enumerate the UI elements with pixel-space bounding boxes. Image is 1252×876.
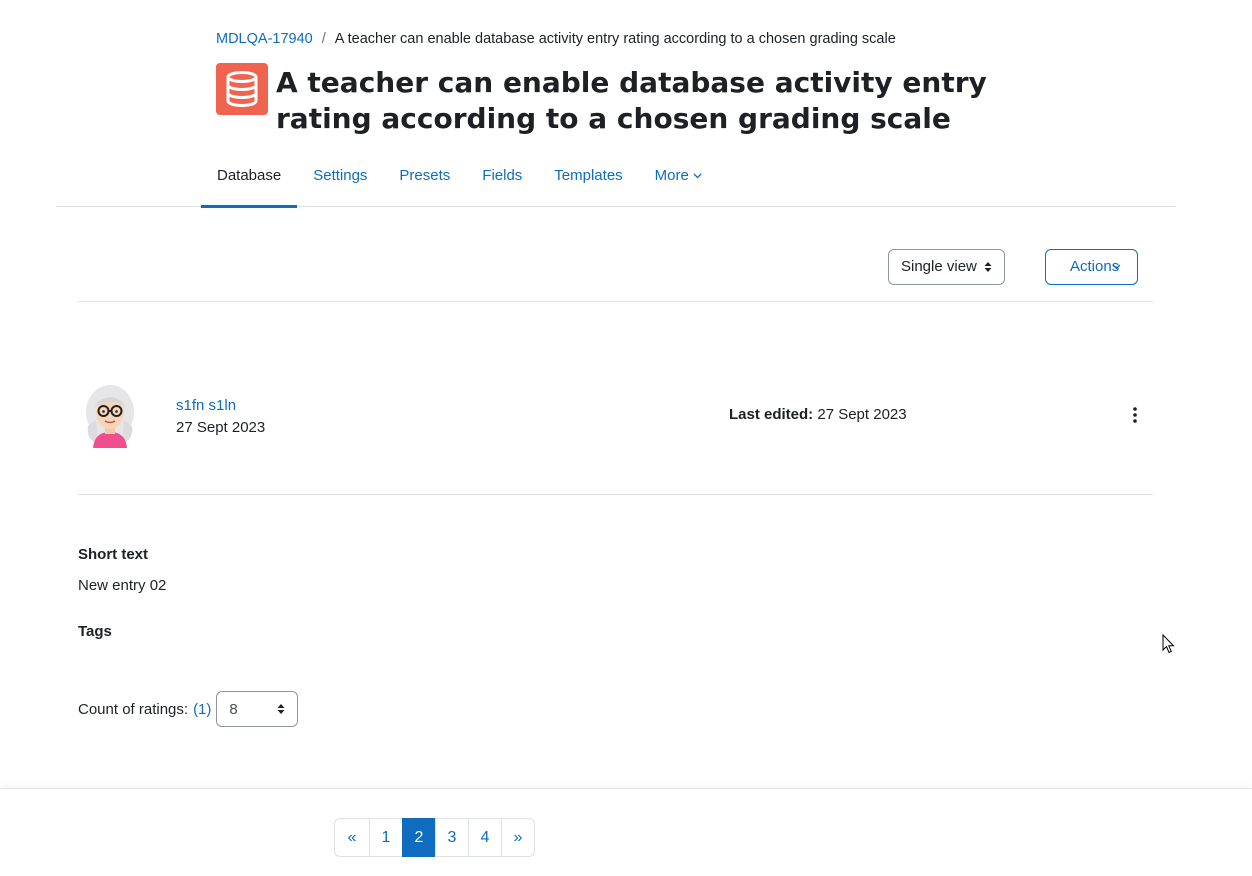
field-label-short-text: Short text	[78, 546, 149, 563]
database-icon	[216, 63, 268, 115]
pagination-page-2[interactable]: 2	[402, 818, 436, 857]
page-header: A teacher can enable database activity e…	[216, 63, 1036, 137]
ratings-row: Count of ratings: (1) 8	[78, 691, 299, 727]
tab-templates[interactable]: Templates	[538, 160, 638, 207]
actions-button[interactable]: Actions	[1045, 249, 1138, 285]
sticky-footer: « 1 2 3 4 »	[0, 788, 1252, 876]
page-title: A teacher can enable database activity e…	[276, 66, 987, 135]
entry-header: s1fn s1ln 27 Sept 2023 Last edited: 27 S…	[78, 382, 1153, 495]
breadcrumb-separator: /	[321, 31, 326, 47]
breadcrumb-current: A teacher can enable database activity e…	[334, 31, 896, 47]
pagination-page-4[interactable]: 4	[468, 818, 502, 857]
view-select[interactable]: Single view	[888, 249, 1005, 285]
field-value-short-text: New entry 02	[78, 577, 167, 594]
kebab-menu-icon[interactable]	[1129, 406, 1141, 424]
pagination-prev[interactable]: «	[334, 818, 370, 857]
avatar	[86, 385, 134, 448]
last-edited-label: Last edited:	[729, 406, 814, 423]
view-select-value: Single view	[901, 258, 977, 275]
tab-more-label: More	[654, 167, 689, 184]
mouse-cursor-icon	[1162, 634, 1175, 654]
ratings-label: Count of ratings:	[78, 700, 189, 718]
field-label-tags: Tags	[78, 623, 112, 640]
last-edited: Last edited: 27 Sept 2023	[729, 406, 907, 423]
pagination-page-1[interactable]: 1	[369, 818, 403, 857]
entry-user-info: s1fn s1ln 27 Sept 2023	[176, 395, 265, 439]
tab-database[interactable]: Database	[201, 160, 298, 208]
tab-settings[interactable]: Settings	[297, 160, 383, 207]
breadcrumb: MDLQA-17940 / A teacher can enable datab…	[216, 31, 896, 47]
sort-arrows-icon	[277, 704, 285, 714]
entry-date: 27 Sept 2023	[176, 419, 266, 436]
tab-fields[interactable]: Fields	[466, 160, 538, 207]
user-profile-link[interactable]: s1fn s1ln	[176, 395, 265, 417]
rating-select[interactable]: 8	[216, 691, 299, 727]
rating-select-value: 8	[229, 701, 238, 718]
pagination: « 1 2 3 4 »	[334, 818, 535, 857]
view-toolbar: Single view Actions	[78, 249, 1153, 302]
last-edited-value: 27 Sept 2023	[817, 406, 907, 423]
tab-presets[interactable]: Presets	[383, 160, 466, 207]
pagination-next[interactable]: »	[501, 818, 535, 857]
chevron-down-icon	[1112, 264, 1121, 270]
ratings-count-link[interactable]: (1)	[193, 701, 211, 718]
breadcrumb-course-link[interactable]: MDLQA-17940	[216, 31, 313, 47]
secondary-navigation: Database Settings Presets Fields Templat…	[56, 160, 1176, 208]
sort-arrows-icon	[984, 262, 992, 272]
pagination-page-3[interactable]: 3	[435, 818, 469, 857]
chevron-down-icon	[693, 173, 702, 179]
tab-more[interactable]: More	[639, 160, 718, 207]
